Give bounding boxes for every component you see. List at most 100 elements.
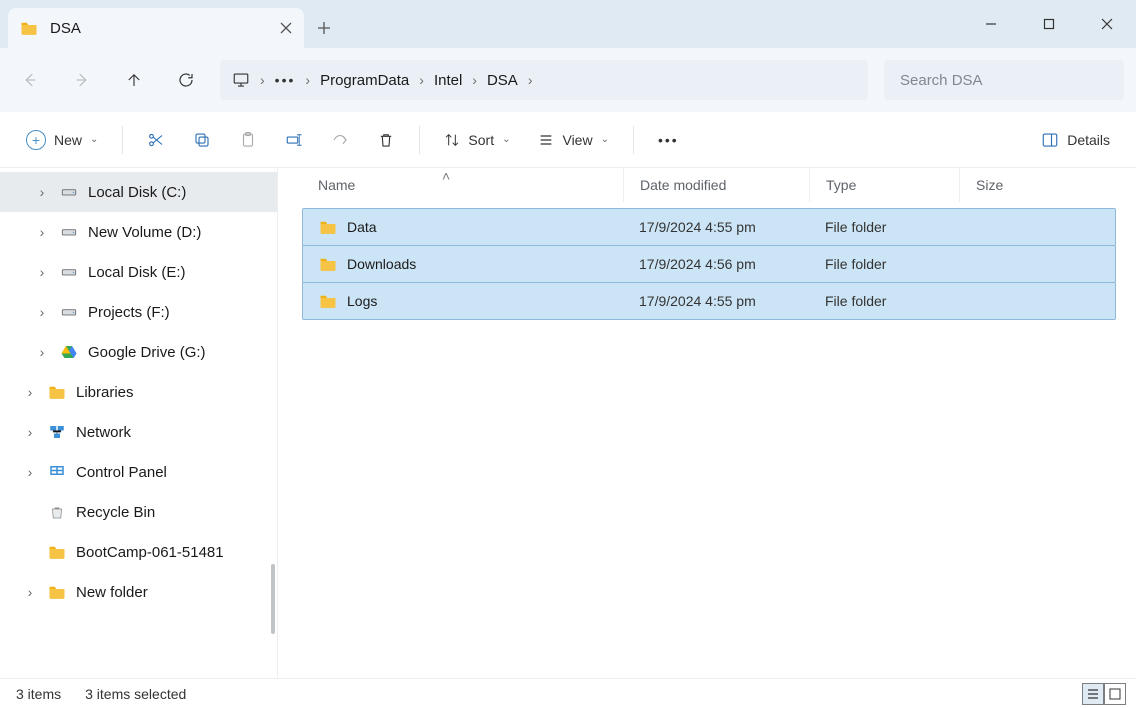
- refresh-button[interactable]: [168, 62, 204, 98]
- drive-icon: [60, 303, 78, 321]
- tree-item[interactable]: › Libraries: [0, 372, 277, 412]
- rename-icon: [285, 131, 303, 149]
- new-tab-button[interactable]: [304, 8, 344, 48]
- chevron-right-icon[interactable]: ›: [34, 344, 50, 360]
- tree-item-label: Network: [76, 424, 131, 441]
- tab-dsa[interactable]: DSA: [8, 8, 304, 48]
- tree-item[interactable]: ›New folder: [0, 572, 277, 612]
- title-tab-bar: DSA: [0, 0, 1136, 48]
- cpanel-icon: [48, 463, 66, 481]
- chevron-right-icon[interactable]: ›: [305, 72, 310, 88]
- share-icon: [331, 131, 349, 149]
- breadcrumb-segment[interactable]: ProgramData: [320, 72, 409, 89]
- new-button[interactable]: + New ⌄: [16, 122, 108, 158]
- tree-item[interactable]: › Local Disk (E:): [0, 252, 277, 292]
- column-type[interactable]: Type: [810, 168, 960, 202]
- search-placeholder: Search DSA: [900, 72, 983, 89]
- up-button[interactable]: [116, 62, 152, 98]
- column-date[interactable]: Date modified: [624, 168, 810, 202]
- separator: [633, 126, 634, 154]
- tree-item[interactable]: › Network: [0, 412, 277, 452]
- file-date: 17/9/2024 4:56 pm: [623, 256, 809, 272]
- copy-button[interactable]: [183, 122, 221, 158]
- file-type: File folder: [809, 256, 959, 272]
- close-window-button[interactable]: [1078, 0, 1136, 48]
- chevron-right-icon[interactable]: ›: [528, 72, 533, 88]
- chevron-right-icon[interactable]: ›: [34, 184, 50, 200]
- ellipsis-icon: •••: [658, 132, 679, 148]
- drive-icon: [60, 183, 78, 201]
- file-row[interactable]: Logs17/9/2024 4:55 pmFile folder: [302, 282, 1116, 320]
- chevron-right-icon[interactable]: ›: [22, 384, 38, 400]
- status-selected-count: 3 items selected: [85, 686, 186, 702]
- tree-item-label: Local Disk (E:): [88, 264, 186, 281]
- file-row[interactable]: Data17/9/2024 4:55 pmFile folder: [302, 208, 1116, 246]
- back-button[interactable]: [12, 62, 48, 98]
- cut-button[interactable]: [137, 122, 175, 158]
- chevron-right-icon[interactable]: ›: [22, 584, 38, 600]
- tree-item-label: Libraries: [76, 384, 134, 401]
- column-name[interactable]: Name ˄: [302, 168, 624, 202]
- search-input[interactable]: Search DSA: [884, 60, 1124, 100]
- breadcrumb-segment[interactable]: DSA: [487, 72, 518, 89]
- view-label: View: [562, 132, 592, 148]
- folder-icon: [319, 292, 337, 310]
- maximize-button[interactable]: [1020, 0, 1078, 48]
- tree-item[interactable]: Recycle Bin: [0, 492, 277, 532]
- tree-item[interactable]: › Projects (F:): [0, 292, 277, 332]
- folder-icon: [319, 218, 337, 236]
- gdrive-icon: [60, 343, 78, 361]
- sort-button[interactable]: Sort ⌄: [434, 122, 520, 158]
- details-label: Details: [1067, 132, 1110, 148]
- folder-icon: [48, 543, 66, 561]
- chevron-right-icon[interactable]: ›: [419, 72, 424, 88]
- separator: [122, 126, 123, 154]
- scrollbar-thumb[interactable]: [271, 564, 275, 634]
- tree-item[interactable]: BootCamp-061-51481: [0, 532, 277, 572]
- details-pane-button[interactable]: Details: [1031, 122, 1120, 158]
- column-size[interactable]: Size: [960, 168, 1116, 202]
- tree-item-label: Google Drive (G:): [88, 344, 206, 361]
- thumbnails-view-icon[interactable]: [1104, 683, 1126, 705]
- share-button[interactable]: [321, 122, 359, 158]
- chevron-down-icon: ⌄: [601, 134, 609, 145]
- address-bar[interactable]: › ••• › ProgramData › Intel › DSA ›: [220, 60, 868, 100]
- tree-item[interactable]: › Google Drive (G:): [0, 332, 277, 372]
- details-view-icon[interactable]: [1082, 683, 1104, 705]
- separator: [419, 126, 420, 154]
- drive-icon: [60, 223, 78, 241]
- folder-icon: [48, 583, 66, 601]
- chevron-right-icon[interactable]: ›: [34, 264, 50, 280]
- navigation-row: › ••• › ProgramData › Intel › DSA › Sear…: [0, 48, 1136, 112]
- tree-item-label: Projects (F:): [88, 304, 170, 321]
- delete-button[interactable]: [367, 122, 405, 158]
- more-button[interactable]: •••: [648, 122, 689, 158]
- breadcrumb-segment[interactable]: Intel: [434, 72, 462, 89]
- forward-button[interactable]: [64, 62, 100, 98]
- tree-item[interactable]: › New Volume (D:): [0, 212, 277, 252]
- sort-label: Sort: [468, 132, 494, 148]
- chevron-right-icon[interactable]: ›: [22, 464, 38, 480]
- chevron-right-icon[interactable]: ›: [34, 304, 50, 320]
- rename-button[interactable]: [275, 122, 313, 158]
- file-date: 17/9/2024 4:55 pm: [623, 219, 809, 235]
- recycle-icon: [48, 503, 66, 521]
- tree-item-label: New Volume (D:): [88, 224, 201, 241]
- folder-icon: [319, 255, 337, 273]
- tree-item[interactable]: › Local Disk (C:): [0, 172, 277, 212]
- paste-button[interactable]: [229, 122, 267, 158]
- tree-item[interactable]: ›Control Panel: [0, 452, 277, 492]
- chevron-right-icon[interactable]: ›: [22, 424, 38, 440]
- tree-item-label: Local Disk (C:): [88, 184, 186, 201]
- minimize-button[interactable]: [962, 0, 1020, 48]
- chevron-right-icon[interactable]: ›: [34, 224, 50, 240]
- ellipsis-icon[interactable]: •••: [275, 72, 296, 88]
- view-button[interactable]: View ⌄: [528, 122, 618, 158]
- file-row[interactable]: Downloads17/9/2024 4:56 pmFile folder: [302, 245, 1116, 283]
- folder-icon: [20, 19, 38, 37]
- chevron-right-icon[interactable]: ›: [260, 72, 265, 88]
- close-tab-icon[interactable]: [280, 22, 292, 34]
- chevron-right-icon[interactable]: ›: [472, 72, 477, 88]
- tree-item-label: BootCamp-061-51481: [76, 544, 224, 561]
- folder-icon: [48, 383, 66, 401]
